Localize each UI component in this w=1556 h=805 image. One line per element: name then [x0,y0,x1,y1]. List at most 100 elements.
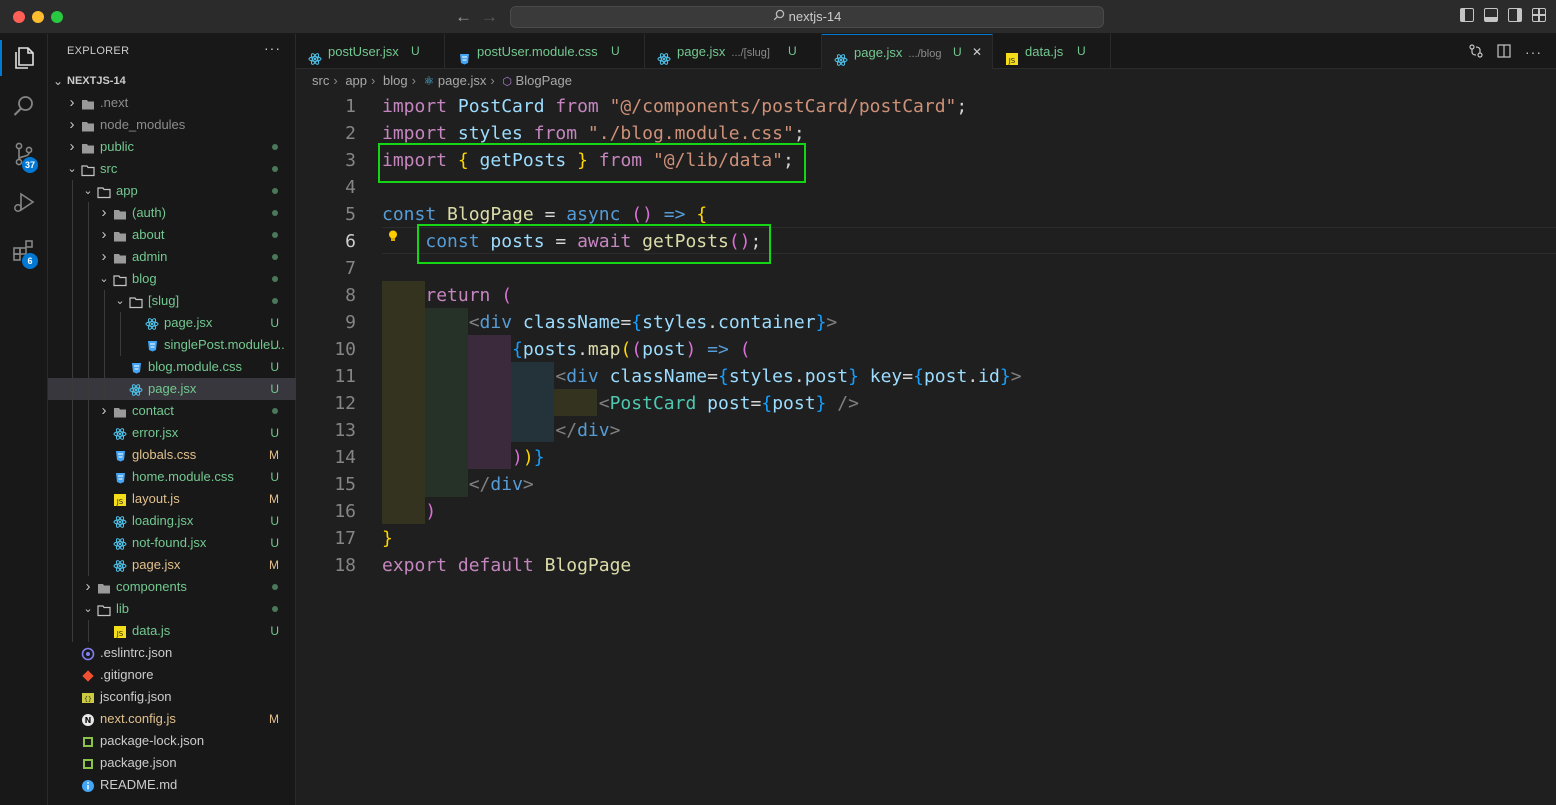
indent-guide [72,532,73,554]
code-line[interactable]: ))} [382,444,545,471]
code-line[interactable]: <div className={styles.container}> [382,309,838,336]
open-changes-icon[interactable] [1469,44,1483,61]
tree-folder[interactable]: › .next [48,92,296,114]
tree-file[interactable]: error.jsx U [48,422,296,444]
editor-tab[interactable]: JS data.js U [993,34,1111,69]
tree-item-label: data.js [132,623,171,638]
workspace-root[interactable]: ⌄ NEXTJS-14 [48,70,296,92]
indent-guide [104,356,105,378]
breadcrumb: src › app › blog › ⚛ page.jsx › ⬡ BlogPage [312,73,572,88]
tree-folder[interactable]: ⌄ [slug] [48,290,296,312]
command-center-search[interactable]: nextjs-14 [510,6,1104,28]
editor-tab[interactable]: postUser.module.css U [445,34,645,69]
indent-guide [72,312,73,334]
forward-button[interactable]: → [481,7,498,27]
tree-file[interactable]: .gitignore [48,664,296,686]
editor-tab[interactable]: page.jsx .../[slug] U [645,34,822,69]
git-status-badge: M [269,492,279,506]
tree-folder[interactable]: › public [48,136,296,158]
line-number: 17 [334,528,356,549]
breadcrumb-item[interactable]: BlogPage [516,73,572,88]
tree-folder[interactable]: › admin [48,246,296,268]
tree-file[interactable]: page.jsx M [48,554,296,576]
breadcrumb-item[interactable]: app [345,73,367,88]
editor-actions: ··· [1469,44,1542,61]
tree-file[interactable]: Nnext.config.js M [48,708,296,730]
tree-file[interactable]: singlePost.module.... U [48,334,296,356]
code-token: getPosts [642,231,729,252]
breadcrumb-item[interactable]: page.jsx [438,73,486,88]
split-editor-icon[interactable] [1497,44,1511,61]
code-line[interactable]: const posts = await getPosts(); [382,228,761,255]
zoom-window-button[interactable] [51,11,63,23]
tree-file[interactable]: .eslintrc.json [48,642,296,664]
tree-file[interactable]: globals.css M [48,444,296,466]
tree-file[interactable]: page.jsx U [48,312,296,334]
tree-file[interactable]: {} jsconfig.json [48,686,296,708]
tree-folder[interactable]: › node_modules [48,114,296,136]
activity-run-debug[interactable] [0,178,48,226]
tree-folder[interactable]: ⌄ lib [48,598,296,620]
toggle-primary-sidebar-icon[interactable] [1460,8,1474,22]
activity-source-control[interactable]: 37 [0,130,48,178]
toggle-panel-icon[interactable] [1484,8,1498,22]
code-line[interactable]: const BlogPage = async () => { [382,201,707,228]
tree-file[interactable]: JS layout.js M [48,488,296,510]
customize-layout-icon[interactable] [1532,8,1546,22]
search-icon [773,7,785,27]
tree-folder[interactable]: › about [48,224,296,246]
more-actions-icon[interactable]: ··· [264,40,281,56]
code-line[interactable]: <PostCard post={post} /> [382,390,859,417]
code-line[interactable]: ) [382,498,436,525]
tree-file[interactable]: package.json [48,752,296,774]
tree-file[interactable]: not-found.jsx U [48,532,296,554]
tree-folder[interactable]: › components [48,576,296,598]
activity-extensions[interactable]: 6 [0,226,48,274]
explorer-sidebar: EXPLORER ··· ⌄ NEXTJS-14 › .next › node_mod… [48,34,296,805]
code-token: map [587,339,621,360]
tree-file[interactable]: blog.module.css U [48,356,296,378]
code-token: async [566,204,632,225]
tree-folder[interactable]: › contact [48,400,296,422]
code-line[interactable]: import { getPosts } from "@/lib/data"; [382,147,794,174]
close-window-button[interactable] [13,11,25,23]
code-line[interactable]: return ( [382,282,512,309]
code-editor[interactable]: 1 import PostCard from "@/components/post… [296,93,1556,805]
indent-guide [72,180,73,202]
tree-file[interactable]: JS data.js U [48,620,296,642]
tree-folder[interactable]: ⌄ blog [48,268,296,290]
folder-icon [113,206,127,220]
tree-file[interactable]: package-lock.json [48,730,296,752]
back-button[interactable]: ← [455,7,472,27]
tree-folder[interactable]: ⌄ src [48,158,296,180]
code-line[interactable]: </div> [382,417,620,444]
minimize-window-button[interactable] [32,11,44,23]
code-line[interactable]: <div className={styles.post} key={post.i… [382,363,1021,390]
editor-tab[interactable]: page.jsx .../blog U ✕ [822,34,993,69]
activity-search[interactable] [0,82,48,130]
tree-file[interactable]: page.jsx U [48,378,296,400]
tree-folder[interactable]: › (auth) [48,202,296,224]
tree-file[interactable]: home.module.css U [48,466,296,488]
tree-file[interactable]: loading.jsx U [48,510,296,532]
code-line[interactable]: {posts.map((post) => ( [382,336,750,363]
code-token: = [750,393,762,414]
npm-icon [81,756,95,770]
code-line[interactable]: import styles from "./blog.module.css"; [382,120,805,147]
tree-file[interactable]: README.md [48,774,296,796]
editor-tab[interactable]: postUser.jsx U [296,34,445,69]
tree-item-label: .next [100,95,129,110]
tree-folder[interactable]: ⌄ app [48,180,296,202]
code-line[interactable]: import PostCard from "@/components/postC… [382,93,967,120]
indent-guide [72,246,73,268]
code-line[interactable]: } [382,525,393,552]
code-line[interactable]: </div> [382,471,534,498]
activity-explorer[interactable] [0,34,48,82]
code-line[interactable]: export default BlogPage [382,552,631,579]
breadcrumb-item[interactable]: src [312,73,329,88]
close-icon[interactable]: ✕ [972,35,982,70]
breadcrumb-item[interactable]: blog [383,73,408,88]
toggle-secondary-sidebar-icon[interactable] [1508,8,1522,22]
more-actions-icon[interactable]: ··· [1525,44,1542,61]
svg-text:JS: JS [116,498,124,506]
